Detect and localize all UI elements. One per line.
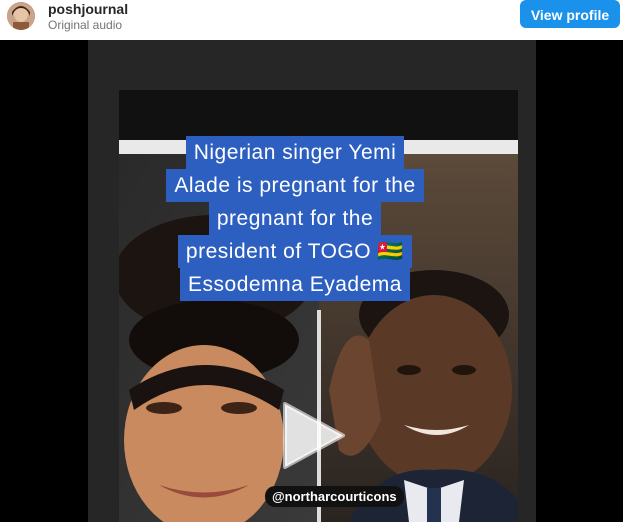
avatar[interactable] bbox=[7, 2, 35, 30]
view-profile-button[interactable]: View profile bbox=[520, 0, 620, 28]
video-stage[interactable]: Nigerian singer Yemi Alade is pregnant f… bbox=[0, 40, 623, 522]
caption-line: Nigerian singer Yemi bbox=[185, 136, 405, 169]
video-caption: Nigerian singer Yemi Alade is pregnant f… bbox=[150, 136, 440, 301]
audio-label[interactable]: Original audio bbox=[48, 18, 122, 32]
caption-line: Essodemna Eyadema bbox=[180, 268, 410, 301]
post-header: poshjournal Original audio View profile bbox=[0, 0, 623, 40]
watermark: @northarcourticons bbox=[265, 486, 404, 507]
caption-line: Alade is pregnant for the bbox=[166, 169, 424, 202]
account-name[interactable]: poshjournal bbox=[48, 1, 128, 17]
caption-line: president of TOGO 🇹🇬 bbox=[177, 235, 413, 268]
caption-line: pregnant for the bbox=[208, 202, 382, 235]
play-icon[interactable] bbox=[273, 398, 348, 473]
